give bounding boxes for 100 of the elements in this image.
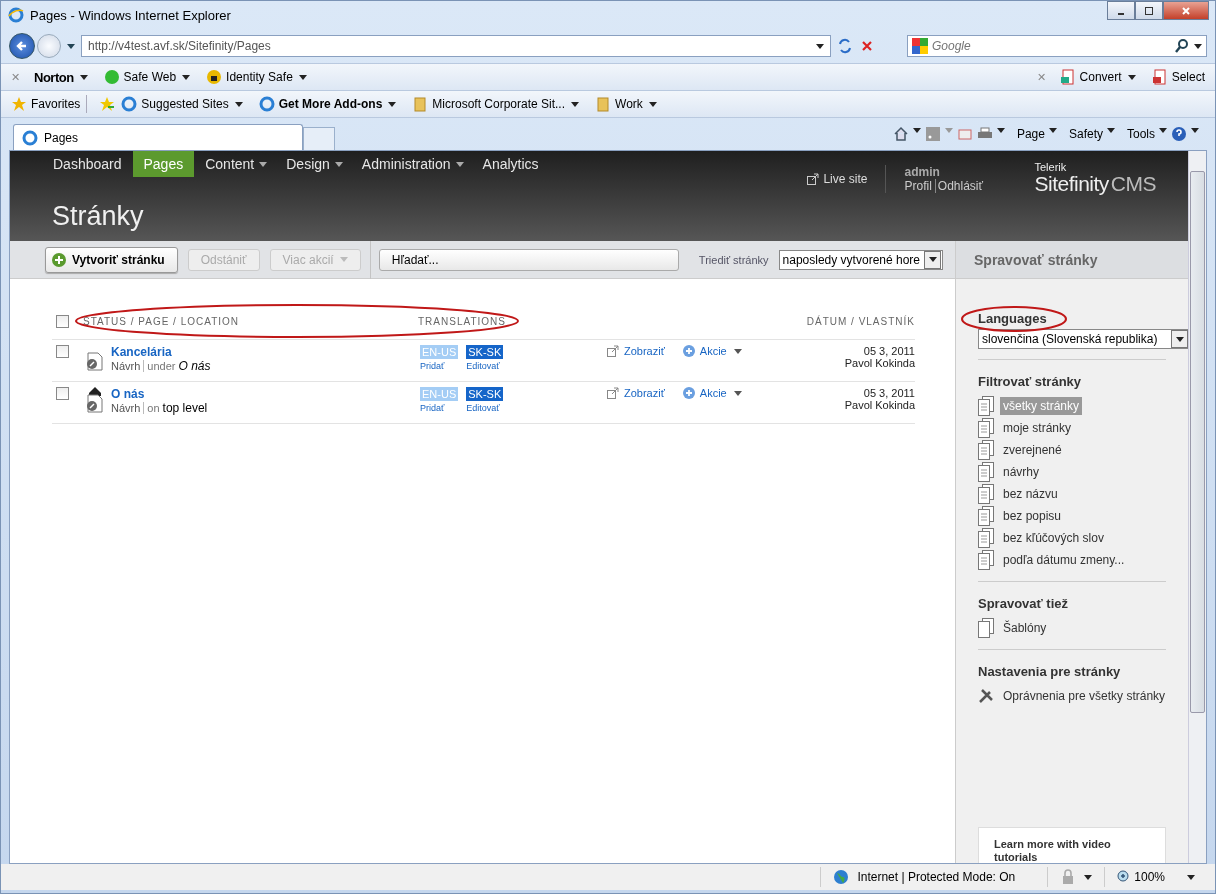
row-checkbox[interactable] xyxy=(56,345,69,358)
language-tag[interactable]: SK-SK xyxy=(466,387,504,401)
caret-icon[interactable] xyxy=(1194,43,1202,49)
caret-icon[interactable] xyxy=(1107,127,1115,133)
browser-logo-icon xyxy=(121,96,138,112)
caret-icon[interactable] xyxy=(388,101,397,107)
search-icon[interactable] xyxy=(1174,38,1190,54)
caret-icon[interactable] xyxy=(1191,127,1199,133)
toolbar-menu[interactable]: Safe Web xyxy=(103,69,177,85)
section-heading: Languages xyxy=(978,311,1047,326)
back-button[interactable] xyxy=(9,33,35,59)
translation-link[interactable]: Pridať xyxy=(420,403,445,413)
translation-link[interactable]: Editovať xyxy=(466,403,500,413)
relation-label: under xyxy=(147,360,176,372)
caret-icon[interactable] xyxy=(298,74,307,80)
search-box[interactable]: Google xyxy=(907,35,1207,57)
language-dropdown[interactable]: slovenčina (Slovenská republika) xyxy=(978,329,1190,349)
pages-icon xyxy=(978,484,994,504)
page-title-link[interactable]: O nás xyxy=(111,387,145,401)
command-menu[interactable]: Safety xyxy=(1068,127,1103,141)
home-icon[interactable] xyxy=(892,126,909,142)
close-button[interactable] xyxy=(1163,1,1209,20)
caret-icon[interactable] xyxy=(259,162,268,167)
command-menu[interactable]: Page xyxy=(1016,127,1045,141)
location-label: top level xyxy=(162,401,208,415)
toolbar-menu[interactable]: Identity Safe xyxy=(206,69,293,85)
search-provider-icon[interactable] xyxy=(912,38,928,54)
help-icon[interactable] xyxy=(1171,126,1187,142)
caret-icon[interactable] xyxy=(67,43,75,49)
translation-link[interactable]: Editovať xyxy=(466,361,500,371)
toolbar-button[interactable]: Hľadať... xyxy=(378,248,679,271)
translation-link[interactable]: Pridať xyxy=(420,361,445,371)
nav-tab[interactable]: Administration xyxy=(350,151,462,177)
favorites-item[interactable]: Work xyxy=(595,96,643,112)
filter-item[interactable]: návrhy xyxy=(1000,463,1043,481)
zoom-icon xyxy=(1117,870,1132,884)
caret-icon[interactable] xyxy=(1187,874,1195,880)
nav-tab[interactable]: Design xyxy=(275,151,341,177)
filter-item[interactable]: moje stránky xyxy=(1000,419,1075,437)
plus-icon xyxy=(52,252,66,267)
toolbar-button[interactable]: Select xyxy=(1151,69,1205,85)
caret-icon[interactable] xyxy=(1084,874,1093,880)
templates-link[interactable]: Šablóny xyxy=(1000,619,1050,637)
caret-icon[interactable] xyxy=(1048,127,1057,133)
filter-item[interactable]: bez popisu xyxy=(1000,507,1065,525)
toolbar-button[interactable]: Convert xyxy=(1059,69,1122,85)
row-checkbox[interactable] xyxy=(56,387,69,400)
actions-menu[interactable]: Akcie xyxy=(682,345,742,357)
filter-item[interactable]: podľa dátumu zmeny... xyxy=(1000,551,1128,569)
address-field[interactable]: http://v4test.avf.sk/Sitefinity/Pages xyxy=(81,35,831,57)
sort-dropdown[interactable]: naposledy vytvorené hore xyxy=(778,249,943,270)
filter-item[interactable]: bez názvu xyxy=(1000,485,1061,503)
browser-logo-icon xyxy=(22,129,38,146)
browser-logo-icon xyxy=(8,7,24,23)
nav-tab[interactable]: Dashboard xyxy=(42,151,133,177)
toolbar-button[interactable]: Vytvoriť stránku xyxy=(45,246,178,273)
caret-icon[interactable] xyxy=(1127,74,1136,80)
refresh-icon[interactable] xyxy=(837,38,853,54)
maximize-button[interactable] xyxy=(1135,1,1163,20)
command-menu[interactable]: Tools xyxy=(1127,127,1155,141)
caret-icon[interactable] xyxy=(1159,127,1167,133)
caret-icon[interactable] xyxy=(234,101,243,107)
filter-item[interactable]: bez kľúčových slov xyxy=(1000,529,1107,547)
favorites-item[interactable]: Microsoft Corporate Sit... xyxy=(412,96,566,112)
status-label: Návrh xyxy=(111,360,145,372)
security-zone: Internet | Protected Mode: On xyxy=(857,870,1016,884)
language-tag[interactable]: SK-SK xyxy=(466,345,504,359)
add-favorite-icon[interactable] xyxy=(99,96,116,112)
favorites-item[interactable]: Suggested Sites xyxy=(121,96,229,112)
actions-menu[interactable]: Akcie xyxy=(682,387,742,399)
view-link[interactable]: Zobraziť xyxy=(607,387,665,399)
caret-icon[interactable] xyxy=(182,74,191,80)
tutorial-card[interactable]: Learn more with video tutorials xyxy=(978,827,1166,863)
view-link[interactable]: Zobraziť xyxy=(607,345,665,357)
caret-icon[interactable] xyxy=(648,101,657,107)
permissions-link[interactable]: Oprávnenia pre všetky stránky xyxy=(1000,687,1169,705)
plus-icon xyxy=(682,387,695,399)
caret-icon[interactable] xyxy=(455,162,464,167)
caret-icon[interactable] xyxy=(79,74,88,80)
nav-tab[interactable]: Analytics xyxy=(471,151,550,177)
live-site-link[interactable]: Live site xyxy=(807,165,887,193)
caret-icon[interactable] xyxy=(912,127,921,133)
zoom-control[interactable]: 100% xyxy=(1117,870,1165,884)
favorites-item[interactable]: Get More Add-ons xyxy=(258,96,383,112)
caret-icon[interactable] xyxy=(571,101,580,107)
filter-item[interactable]: zverejnené xyxy=(1000,441,1065,459)
lock-badge-icon xyxy=(206,69,223,85)
user-link[interactable]: Odhlásiť xyxy=(934,179,983,193)
favorites-item[interactable]: Favorites xyxy=(11,96,81,112)
norton-menu[interactable]: Norton xyxy=(34,69,74,85)
user-link[interactable]: Profil xyxy=(904,179,932,193)
nav-tab[interactable]: Content xyxy=(194,151,266,177)
page-title-link[interactable]: Kancelária xyxy=(111,345,172,359)
select-all-checkbox[interactable] xyxy=(56,314,69,328)
caret-icon[interactable] xyxy=(334,162,343,167)
pages-icon xyxy=(978,506,994,526)
browser-tab[interactable]: Pages xyxy=(13,124,303,150)
scrollbar[interactable] xyxy=(1188,151,1206,863)
minimize-button[interactable] xyxy=(1107,1,1135,20)
caret-icon[interactable] xyxy=(996,127,1005,133)
